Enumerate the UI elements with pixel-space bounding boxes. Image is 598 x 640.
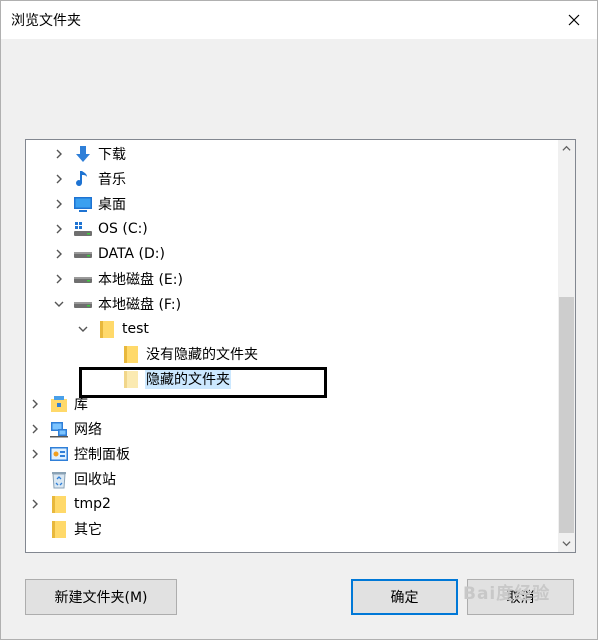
folder-icon [121, 344, 141, 364]
tree-item[interactable]: 网络 [27, 417, 103, 441]
annotation-box [79, 367, 327, 398]
tree-item-label: test [122, 321, 149, 337]
tree-item[interactable]: 没有隐藏的文件夹 [99, 342, 259, 366]
tree-item[interactable]: test [75, 317, 150, 341]
tree-item[interactable]: 本地磁盘 (E:) [51, 267, 184, 291]
ok-button[interactable]: 确定 [351, 579, 458, 615]
system-drive-icon [73, 219, 93, 239]
chevron-right-icon[interactable] [27, 421, 43, 437]
library-icon [49, 394, 69, 414]
desktop-icon [73, 194, 93, 214]
chevron-right-icon[interactable] [51, 271, 67, 287]
tree-item-label: tmp2 [74, 496, 111, 512]
scroll-down-button[interactable] [558, 535, 575, 552]
dialog-title: 浏览文件夹 [11, 13, 81, 29]
chevron-right-icon[interactable] [27, 496, 43, 512]
tree-item-label: 桌面 [98, 197, 126, 213]
chevron-right-icon[interactable] [51, 246, 67, 262]
chevron-up-icon [562, 145, 571, 151]
folder-icon [49, 494, 69, 514]
chevron-down-icon[interactable] [75, 321, 91, 337]
close-icon [568, 14, 580, 26]
tree-item[interactable]: 回收站 [27, 467, 117, 491]
chevron-right-icon[interactable] [51, 171, 67, 187]
drive-icon [73, 269, 93, 289]
tree-item[interactable]: 本地磁盘 (F:) [51, 292, 182, 316]
folder-icon [49, 519, 69, 539]
music-note-icon [73, 169, 93, 189]
chevron-down-icon [562, 541, 571, 547]
folder-icon [97, 319, 117, 339]
title-bar: 浏览文件夹 [1, 1, 597, 39]
tree-item[interactable]: tmp2 [27, 492, 112, 516]
tree-item-label: 本地磁盘 (E:) [98, 272, 183, 288]
tree-item[interactable]: 控制面板 [27, 442, 131, 466]
download-icon [73, 144, 93, 164]
tree-item[interactable]: 下载 [51, 142, 127, 166]
tree-item[interactable]: OS (C:) [51, 217, 149, 241]
recycle-bin-icon [49, 469, 69, 489]
tree-item-label: 回收站 [74, 472, 116, 488]
tree-item-label: 下载 [98, 147, 126, 163]
tree-item-label: 本地磁盘 (F:) [98, 297, 182, 313]
scroll-up-button[interactable] [558, 140, 575, 157]
tree-item-label: 其它 [74, 522, 102, 538]
tree-item-label: 音乐 [98, 172, 126, 188]
chevron-right-icon[interactable] [51, 221, 67, 237]
chevron-right-icon[interactable] [27, 396, 43, 412]
chevron-right-icon[interactable] [27, 446, 43, 462]
tree-item[interactable]: DATA (D:) [51, 242, 166, 266]
folder-tree[interactable]: 下载音乐桌面 OS (C:) DATA (D:) 本地磁盘 (E:) 本地磁盘 (F:)… [25, 139, 576, 553]
drive-icon [73, 244, 93, 264]
close-button[interactable] [551, 1, 597, 39]
tree-item-label: OS (C:) [98, 221, 148, 237]
cancel-button[interactable]: 取消 [467, 579, 574, 615]
vertical-scrollbar[interactable] [558, 140, 575, 552]
tree-item-label: 没有隐藏的文件夹 [146, 347, 258, 363]
browse-folder-dialog: 浏览文件夹 下载音乐桌面 OS (C:) DATA (D:) 本地磁盘 (E:) 本地磁… [0, 0, 598, 640]
tree-item-label: DATA (D:) [98, 246, 165, 262]
tree-item-label: 网络 [74, 422, 102, 438]
control-panel-icon [49, 444, 69, 464]
tree-item-label: 控制面板 [74, 447, 130, 463]
network-icon [49, 419, 69, 439]
scroll-thumb[interactable] [559, 297, 574, 533]
drive-icon [73, 294, 93, 314]
chevron-down-icon[interactable] [51, 296, 67, 312]
tree-item[interactable]: 音乐 [51, 167, 127, 191]
chevron-right-icon[interactable] [51, 196, 67, 212]
tree-item[interactable]: 其它 [27, 517, 103, 541]
new-folder-button[interactable]: 新建文件夹(M) [25, 579, 177, 615]
chevron-right-icon[interactable] [51, 146, 67, 162]
tree-item[interactable]: 桌面 [51, 192, 127, 216]
